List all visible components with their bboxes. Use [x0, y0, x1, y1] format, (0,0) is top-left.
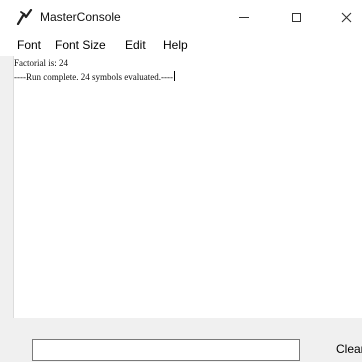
menu-edit[interactable]: Edit: [125, 38, 146, 52]
input-area: Clear: [0, 318, 362, 362]
maximize-icon: [291, 12, 301, 22]
clear-button[interactable]: Clear: [318, 336, 362, 362]
master-console-window: MasterConsole Font Font Size Edit Help F…: [0, 0, 362, 362]
menu-font[interactable]: Font: [17, 38, 41, 52]
menu-font-size[interactable]: Font Size: [55, 38, 106, 52]
text-caret: [173, 71, 175, 81]
close-button[interactable]: [326, 0, 362, 34]
console-output[interactable]: Factorial is: 24 ----Run complete. 24 sy…: [13, 56, 362, 318]
window-title: MasterConsole: [40, 10, 121, 24]
title-bar[interactable]: MasterConsole: [0, 0, 362, 34]
minimize-icon: [239, 16, 249, 18]
maximize-button[interactable]: [276, 0, 316, 34]
command-input[interactable]: [32, 339, 300, 361]
menu-bar: Font Font Size Edit Help: [0, 34, 362, 56]
console-line-text: ----Run complete. 24 symbols evaluated.-…: [14, 72, 173, 82]
minimize-button[interactable]: [224, 0, 264, 34]
console-line-last: ----Run complete. 24 symbols evaluated.-…: [14, 71, 175, 82]
app-logo-icon: [16, 8, 34, 26]
close-icon: [341, 12, 351, 22]
console-line: Factorial is: 24: [14, 58, 68, 68]
menu-help[interactable]: Help: [163, 38, 188, 52]
